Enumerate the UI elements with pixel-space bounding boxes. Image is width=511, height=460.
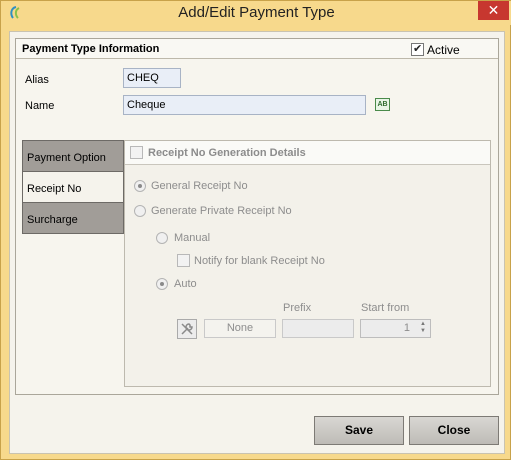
text-format-icon[interactable]: AB	[375, 98, 390, 111]
general-receipt-radio[interactable]	[134, 180, 146, 192]
tab-surcharge[interactable]: Surcharge	[22, 202, 124, 234]
private-receipt-radio[interactable]	[134, 205, 146, 217]
close-button[interactable]: Close	[409, 416, 499, 445]
wrench-icon[interactable]	[177, 319, 197, 339]
window-close-button[interactable]: ✕	[478, 1, 509, 20]
auto-label: Auto	[174, 278, 197, 290]
notify-blank-label: Notify for blank Receipt No	[194, 255, 325, 267]
start-from-spinner[interactable]: 1 ▲ ▼	[360, 319, 431, 338]
receipt-details-checkbox[interactable]	[130, 146, 143, 159]
group-title: Payment Type Information	[22, 43, 160, 55]
spinner-arrows-icon[interactable]: ▲ ▼	[417, 321, 429, 336]
payment-type-info-group: Payment Type Information Active Alias CH…	[15, 38, 499, 395]
private-receipt-label: Generate Private Receipt No	[151, 205, 292, 217]
prefix-label: Prefix	[283, 302, 312, 314]
side-tab-strip: Payment Option Receipt No Surcharge	[22, 140, 124, 234]
numbering-value-field[interactable]: None	[204, 319, 276, 338]
name-input[interactable]: Cheque	[123, 95, 366, 115]
start-from-label: Start from	[361, 302, 410, 314]
title-bar: Add/Edit Payment Type ✕	[1, 1, 511, 25]
dialog-window: Add/Edit Payment Type ✕ Payment Type Inf…	[0, 0, 511, 460]
manual-radio[interactable]	[156, 232, 168, 244]
group-header: Payment Type Information Active	[16, 39, 498, 59]
tab-receipt-no[interactable]: Receipt No	[22, 171, 124, 203]
dialog-body: Payment Type Information Active Alias CH…	[9, 31, 505, 454]
window-title: Add/Edit Payment Type	[178, 4, 335, 21]
save-button[interactable]: Save	[314, 416, 404, 445]
alias-label: Alias	[25, 74, 49, 86]
active-checkbox[interactable]: Active	[411, 42, 460, 57]
name-label: Name	[25, 100, 55, 112]
start-from-value: 1	[403, 322, 410, 334]
auto-radio[interactable]	[156, 278, 168, 290]
general-receipt-label: General Receipt No	[151, 180, 248, 192]
notify-blank-checkbox[interactable]	[177, 254, 190, 267]
manual-label: Manual	[174, 232, 211, 244]
receipt-details-header: Receipt No Generation Details	[125, 141, 490, 165]
active-label: Active	[427, 42, 460, 57]
tab-payment-option[interactable]: Payment Option	[22, 140, 124, 172]
active-checkbox-box[interactable]	[411, 42, 424, 57]
receipt-details-title: Receipt No Generation Details	[148, 147, 306, 159]
receipt-no-content: Receipt No Generation Details General Re…	[124, 140, 491, 387]
prefix-input[interactable]	[282, 319, 354, 338]
options-panel: Payment Option Receipt No Surcharge Rece…	[16, 140, 498, 401]
alias-input[interactable]: CHEQ	[123, 68, 181, 88]
